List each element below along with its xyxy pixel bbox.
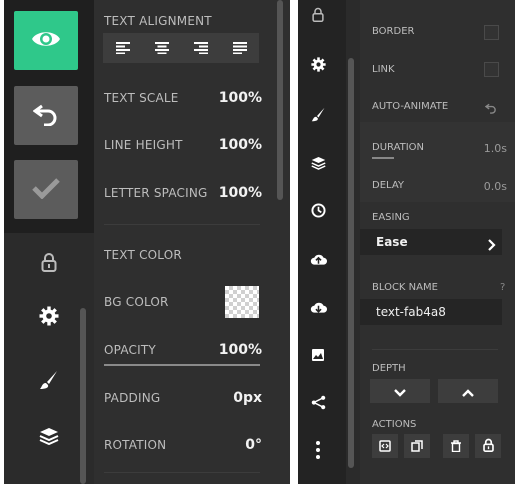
easing-select[interactable]: Ease: [360, 229, 502, 255]
section-divider: [104, 224, 260, 225]
lock-icon: [482, 437, 494, 456]
delay-label: DELAY: [372, 180, 404, 191]
line-height-label: LINE HEIGHT: [104, 138, 183, 152]
opacity-slider-track[interactable]: [104, 364, 260, 366]
text-alignment-label: TEXT ALIGNMENT: [104, 14, 212, 28]
text-properties: TEXT ALIGNMENT TEXT SCALE 100% LINE HEIG…: [94, 0, 290, 484]
chevron-down-icon: [394, 382, 406, 401]
bg-color-label: BG COLOR: [104, 295, 169, 309]
section-divider: [372, 349, 498, 350]
actions-label: ACTIONS: [372, 419, 417, 430]
bg-color-swatch[interactable]: [225, 286, 259, 318]
download-button[interactable]: [298, 292, 338, 324]
settings-button[interactable]: [298, 50, 338, 82]
upload-button[interactable]: [298, 244, 338, 276]
code-icon: [379, 437, 391, 456]
toolbar-scrollbar[interactable]: [80, 308, 86, 484]
history-button[interactable]: [298, 196, 338, 228]
cloud-upload-icon: [310, 251, 327, 270]
align-center-icon[interactable]: [154, 39, 169, 58]
easing-value: Ease: [376, 235, 408, 249]
delay-value[interactable]: 0.0s: [484, 180, 507, 193]
layers-icon: [39, 427, 59, 449]
confirm-button[interactable]: [14, 160, 78, 219]
more-button[interactable]: [298, 436, 338, 468]
left-editor-panel: TEXT ALIGNMENT TEXT SCALE 100% LINE HEIG…: [4, 0, 290, 484]
letter-spacing-value[interactable]: 100%: [219, 185, 262, 201]
chevron-up-icon: [462, 382, 474, 401]
line-height-value[interactable]: 100%: [219, 137, 262, 153]
border-checkbox[interactable]: [484, 25, 499, 40]
depth-up-button[interactable]: [438, 379, 498, 403]
chevron-right-icon: [488, 236, 496, 255]
rotation-label: ROTATION: [104, 438, 167, 452]
depth-label: DEPTH: [372, 363, 406, 374]
brush-icon: [311, 107, 326, 126]
block-name-input[interactable]: text-fab4a8: [360, 299, 502, 325]
gear-icon: [310, 56, 326, 76]
text-scale-label: TEXT SCALE: [104, 91, 179, 105]
text-alignment-group: [103, 33, 259, 63]
text-scale-value[interactable]: 100%: [219, 90, 262, 106]
eye-icon: [31, 28, 61, 54]
lock-icon: [312, 7, 324, 26]
block-name-help-icon[interactable]: ?: [500, 282, 505, 293]
delete-button[interactable]: [443, 434, 469, 458]
cloud-download-icon: [310, 299, 327, 318]
lock-block-button[interactable]: [475, 434, 501, 458]
undo-icon: [32, 102, 59, 130]
duplicate-button[interactable]: [404, 434, 430, 458]
block-name-value: text-fab4a8: [376, 305, 446, 319]
easing-label: EASING: [372, 212, 410, 223]
opacity-value[interactable]: 100%: [219, 342, 262, 358]
border-label: BORDER: [372, 26, 415, 37]
link-checkbox[interactable]: [484, 62, 499, 77]
block-name-label: BLOCK NAME: [372, 282, 438, 293]
padding-value[interactable]: 0px: [233, 390, 262, 406]
section-divider: [104, 472, 260, 473]
clock-icon: [310, 202, 326, 222]
share-icon: [311, 395, 326, 414]
layers-button[interactable]: [298, 148, 338, 180]
share-button[interactable]: [298, 388, 338, 420]
toolbar-scrollbar[interactable]: [348, 58, 354, 468]
copy-icon: [411, 437, 423, 456]
more-vertical-icon: [316, 441, 320, 463]
duration-slider-fill[interactable]: [372, 157, 394, 159]
padding-label: PADDING: [104, 391, 161, 405]
undo-button[interactable]: [14, 86, 78, 145]
properties-scrollbar[interactable]: [277, 0, 283, 200]
align-justify-icon[interactable]: [232, 39, 247, 58]
gear-icon: [39, 306, 59, 330]
right-editor-panel: BORDER LINK AUTO-ANIMATE DURATION 1.0s D…: [298, 0, 515, 484]
align-left-icon[interactable]: [115, 39, 130, 58]
link-label: LINK: [372, 64, 395, 75]
style-button[interactable]: [298, 100, 338, 132]
media-button[interactable]: [298, 340, 338, 372]
text-color-label: TEXT COLOR: [104, 248, 182, 262]
lock-button[interactable]: [298, 0, 338, 32]
preview-button[interactable]: [14, 11, 78, 70]
reset-icon[interactable]: [484, 99, 497, 118]
image-icon: [311, 347, 325, 366]
duration-label: DURATION: [372, 142, 425, 153]
lock-button[interactable]: [4, 244, 94, 284]
brush-icon: [39, 370, 59, 394]
rotation-value[interactable]: 0°: [245, 437, 262, 453]
letter-spacing-label: LETTER SPACING: [104, 186, 208, 200]
depth-down-button[interactable]: [370, 379, 430, 403]
lock-icon: [41, 252, 57, 276]
check-icon: [31, 177, 61, 203]
opacity-label: OPACITY: [104, 343, 156, 357]
edit-code-button[interactable]: [372, 434, 398, 458]
trash-icon: [450, 437, 462, 456]
layers-icon: [310, 155, 326, 174]
duration-value[interactable]: 1.0s: [484, 142, 507, 155]
align-right-icon[interactable]: [193, 39, 208, 58]
auto-animate-label: AUTO-ANIMATE: [372, 101, 449, 112]
